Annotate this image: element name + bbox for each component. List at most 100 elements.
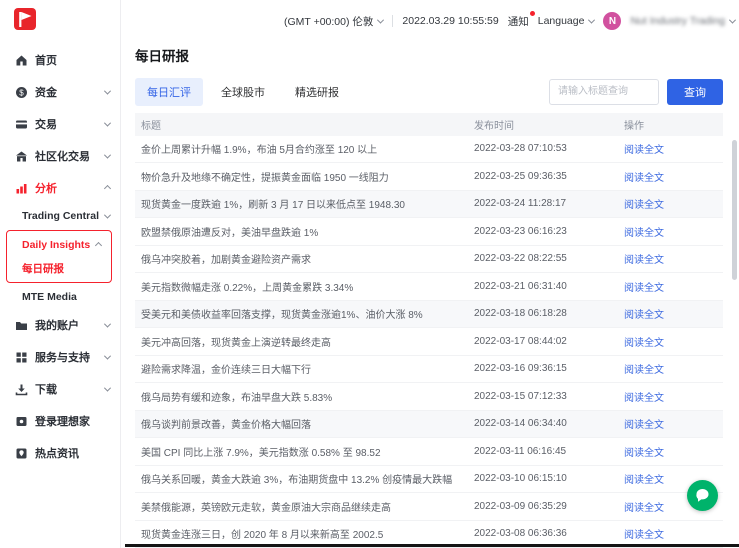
read-full-link[interactable]: 阅读全文 (624, 503, 664, 514)
report-table-body: 金价上周累计升幅 1.9%，布油 5月合约涨至 120 以上 2022-03-2… (135, 136, 723, 548)
analysis-icon (14, 181, 28, 195)
tabs: 每日汇评 全球股市 精选研报 (135, 78, 351, 106)
sidebar-item-label: 下载 (35, 381, 57, 397)
sidebar: 首页 $ 资金 交易 社区化交易 (0, 0, 121, 548)
report-time: 2022-03-21 06:31:40 (468, 281, 618, 292)
timezone-dropdown[interactable]: (GMT +00:00) 伦敦 (284, 14, 383, 29)
sidebar-item-services-support[interactable]: 服务与支持 (0, 341, 120, 373)
read-full-link[interactable]: 阅读全文 (624, 338, 664, 349)
sidebar-item-download[interactable]: 下载 (0, 373, 120, 405)
sidebar-item-analysis[interactable]: 分析 (0, 172, 120, 204)
read-full-link[interactable]: 阅读全文 (624, 420, 664, 431)
report-title: 美元指数微幅走涨 0.22%，上周黄金累跌 3.34% (135, 279, 468, 294)
daily-insights-highlight-box: Daily Insights 每日研报 (6, 230, 112, 283)
read-full-link[interactable]: 阅读全文 (624, 145, 664, 156)
chevron-up-icon (104, 184, 111, 191)
folder-icon (14, 318, 28, 332)
read-full-link[interactable]: 阅读全文 (624, 310, 664, 321)
sidebar-item-label: 首页 (35, 52, 57, 68)
tab-selected-reports[interactable]: 精选研报 (283, 78, 351, 106)
sidebar-item-community-trading[interactable]: 社区化交易 (0, 140, 120, 172)
sidebar-item-mte-media[interactable]: MTE Media (0, 285, 120, 309)
table-row: 美国 CPI 同比上涨 7.9%，美元指数涨 0.58% 至 98.52 202… (135, 438, 723, 466)
report-time: 2022-03-14 06:34:40 (468, 418, 618, 429)
sidebar-item-login-lixiangjia[interactable]: 登录理想家 (0, 405, 120, 437)
notifications-button[interactable]: 通知 (508, 14, 529, 29)
sidebar-item-label: 交易 (35, 116, 57, 132)
tab-daily-review[interactable]: 每日汇评 (135, 78, 203, 106)
viewport-bottom-edge (125, 544, 739, 547)
report-title: 俄乌局势有缓和迹象，布油早盘大跌 5.83% (135, 389, 468, 404)
user-name: Nut Industry Trading (630, 15, 725, 27)
table-row: 俄乌冲突胶着，加剧黄金避险资产需求 2022-03-22 08:22:55 阅读… (135, 246, 723, 274)
sidebar-item-label: 我的账户 (35, 317, 79, 333)
main-area: (GMT +00:00) 伦敦 2022.03.29 10:55:59 通知 L… (121, 0, 739, 548)
sidebar-item-trade[interactable]: 交易 (0, 108, 120, 140)
report-title: 欧盟禁俄原油遭反对，美油早盘跌逾 1% (135, 224, 468, 239)
read-full-link[interactable]: 阅读全文 (624, 393, 664, 404)
chevron-down-icon (104, 384, 111, 391)
report-time: 2022-03-17 08:44:02 (468, 336, 618, 347)
report-table: 标题 发布时间 操作 金价上周累计升幅 1.9%，布油 5月合约涨至 120 以… (135, 113, 723, 548)
search-input[interactable] (549, 79, 659, 105)
trade-icon (14, 117, 28, 131)
read-full-link[interactable]: 阅读全文 (624, 530, 664, 541)
table-row: 欧盟禁俄原油遭反对，美油早盘跌逾 1% 2022-03-23 06:16:23 … (135, 218, 723, 246)
report-time: 2022-03-11 06:16:45 (468, 446, 618, 457)
sidebar-item-trading-central[interactable]: Trading Central (0, 204, 120, 228)
sidebar-item-label: Daily Insights (22, 239, 90, 251)
sidebar-item-daily-report[interactable]: 每日研报 (7, 257, 111, 280)
scrollbar-thumb[interactable] (732, 140, 737, 280)
read-full-link[interactable]: 阅读全文 (624, 228, 664, 239)
read-full-link[interactable]: 阅读全文 (624, 475, 664, 486)
report-title: 受美元和美债收益率回落支撑，现货黄金涨逾1%、油价大涨 8% (135, 306, 468, 321)
sidebar-item-funds[interactable]: $ 资金 (0, 76, 120, 108)
read-full-link[interactable]: 阅读全文 (624, 200, 664, 211)
user-menu[interactable]: Nut Industry Trading (630, 15, 735, 27)
svg-text:$: $ (19, 88, 24, 97)
report-title: 现货黄金连涨三日，创 2020 年 8 月以来新高至 2002.5 (135, 526, 468, 541)
read-full-link[interactable]: 阅读全文 (624, 448, 664, 459)
report-time: 2022-03-16 09:36:15 (468, 363, 618, 374)
chevron-down-icon (104, 352, 111, 359)
language-label: Language (538, 15, 585, 27)
header-action: 操作 (618, 117, 723, 132)
table-row: 受美元和美债收益率回落支撑，现货黄金涨逾1%、油价大涨 8% 2022-03-1… (135, 301, 723, 329)
sidebar-item-daily-insights[interactable]: Daily Insights (7, 233, 111, 257)
language-dropdown[interactable]: Language (538, 15, 595, 27)
sidebar-item-label: 登录理想家 (35, 413, 90, 429)
sidebar-item-label: Trading Central (22, 210, 99, 222)
chevron-down-icon (377, 16, 384, 23)
read-full-link[interactable]: 阅读全文 (624, 173, 664, 184)
table-row: 俄乌关系回暖，黄金大跌逾 3%，布油期货盘中 13.2% 创疫情最大跌幅 202… (135, 466, 723, 494)
table-row: 物价急升及地缘不确定性，提振黄金面临 1950 一线阻力 2022-03-25 … (135, 163, 723, 191)
chat-bubble-icon (694, 487, 711, 504)
clock: 2022.03.29 10:55:59 (402, 15, 498, 27)
query-button[interactable]: 查询 (667, 79, 723, 105)
tab-global-stocks[interactable]: 全球股市 (209, 78, 277, 106)
sidebar-item-home[interactable]: 首页 (0, 44, 120, 76)
read-full-link[interactable]: 阅读全文 (624, 365, 664, 376)
read-full-link[interactable]: 阅读全文 (624, 255, 664, 266)
report-title: 避险需求降温，金价连续三日大幅下行 (135, 361, 468, 376)
sidebar-item-label: 服务与支持 (35, 349, 90, 365)
brand-logo[interactable] (0, 0, 120, 40)
user-avatar[interactable]: N (603, 12, 621, 30)
chevron-up-icon (95, 241, 102, 248)
app-window: 首页 $ 资金 交易 社区化交易 (0, 0, 739, 548)
toolbar: 每日汇评 全球股市 精选研报 查询 (135, 78, 723, 106)
sidebar-item-my-account[interactable]: 我的账户 (0, 309, 120, 341)
report-time: 2022-03-08 06:36:36 (468, 528, 618, 539)
chevron-down-icon (729, 16, 736, 23)
report-title: 美禁俄能源，英镑欧元走软，黄金原油大宗商品继续走高 (135, 499, 468, 514)
grid-icon (14, 350, 28, 364)
notification-dot (530, 11, 535, 16)
chevron-down-icon (104, 151, 111, 158)
report-title: 金价上周累计升幅 1.9%，布油 5月合约涨至 120 以上 (135, 141, 468, 156)
sidebar-item-hot-news[interactable]: 热点资讯 (0, 437, 120, 469)
read-full-link[interactable]: 阅读全文 (624, 283, 664, 294)
live-chat-button[interactable] (687, 480, 718, 511)
download-icon (14, 382, 28, 396)
report-time: 2022-03-18 06:18:28 (468, 308, 618, 319)
page-title: 每日研报 (135, 45, 723, 65)
